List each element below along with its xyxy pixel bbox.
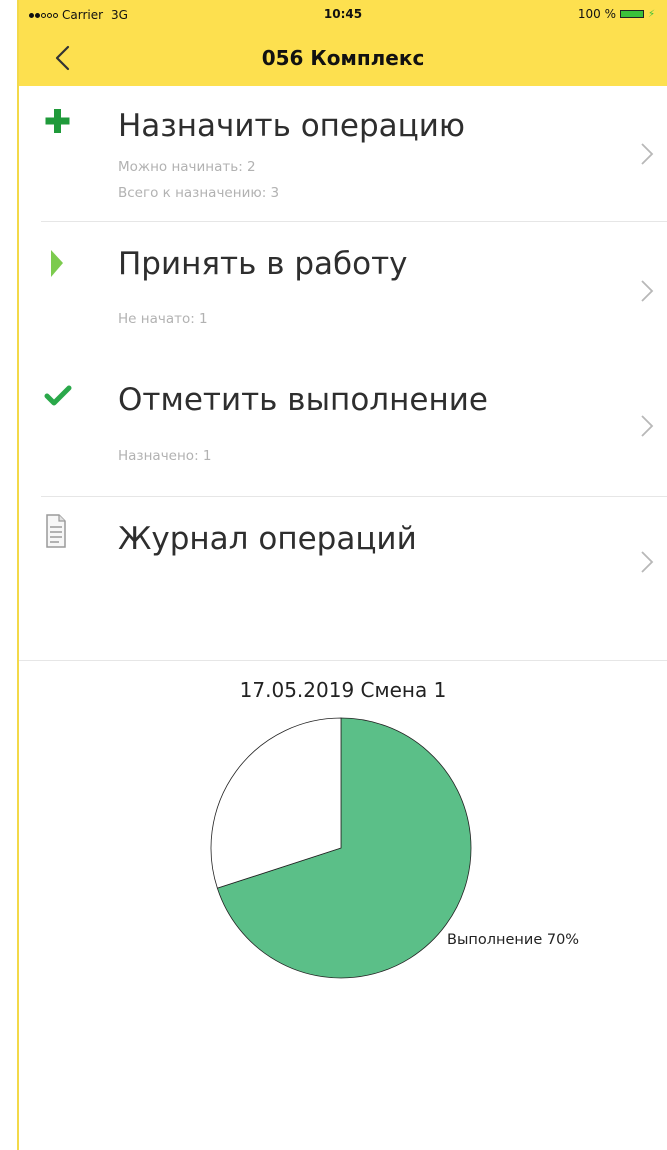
pie-slice-label: Выполнение 70% — [447, 932, 580, 948]
shift-completion-pie-chart — [210, 717, 472, 979]
